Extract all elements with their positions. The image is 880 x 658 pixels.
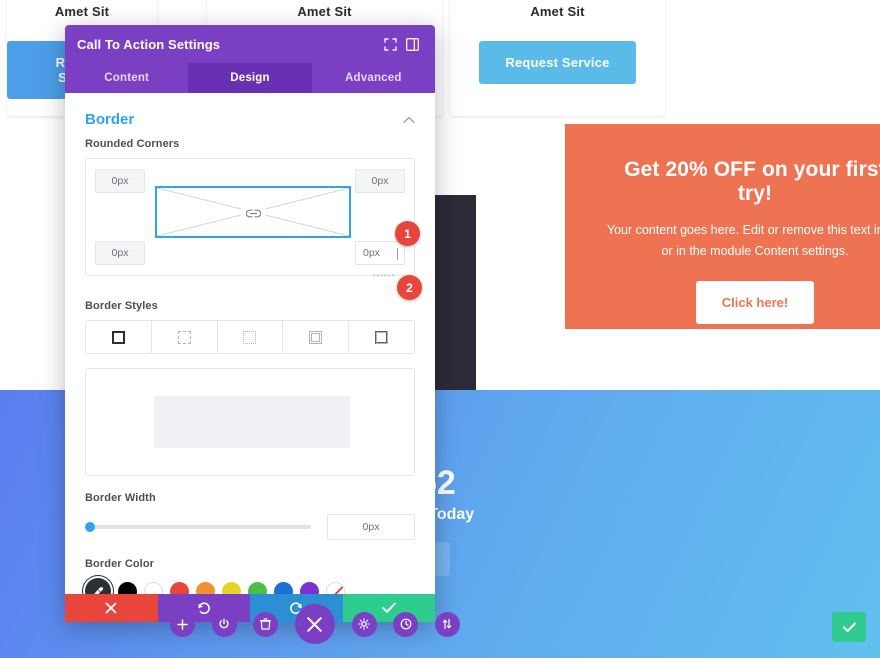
call-to-action-settings-modal: Call To Action Settings Content Design A… — [65, 25, 435, 622]
builder-floating-toolbar — [170, 602, 460, 646]
swatch-purple[interactable] — [300, 581, 319, 594]
close-builder-button[interactable] — [294, 604, 335, 644]
modal-title: Call To Action Settings — [77, 36, 221, 52]
swatch-red[interactable] — [170, 581, 189, 594]
groove-border-icon — [375, 330, 389, 344]
layout-panel-icon[interactable] — [401, 33, 423, 55]
request-service-button[interactable]: Request Service — [479, 41, 636, 84]
save-page-button[interactable] — [832, 612, 866, 642]
border-width-slider[interactable] — [85, 522, 311, 532]
cancel-button[interactable] — [65, 594, 158, 622]
border-style-dashed[interactable] — [152, 321, 218, 353]
card-title: Amet Sit — [54, 4, 110, 19]
history-button[interactable] — [393, 611, 419, 637]
corner-bottom-left-input[interactable]: 0px — [95, 241, 145, 265]
rounded-corners-label: Rounded Corners — [85, 138, 180, 150]
power-icon — [218, 618, 230, 630]
gear-icon — [358, 618, 370, 630]
promo-body: Your content goes here. Edit or remove t… — [606, 223, 880, 258]
border-color-swatches — [65, 578, 435, 594]
dotted-border-icon — [243, 330, 257, 344]
annotation-marker-2: 2 — [397, 275, 422, 300]
promo-heading: Get 20% OFF on your first try! — [624, 158, 880, 205]
settings-button[interactable] — [351, 611, 377, 637]
rounded-corners-control: 0px 0px 0px 0px •••••• — [85, 158, 415, 280]
border-style-groove[interactable] — [349, 321, 414, 353]
border-style-solid[interactable] — [86, 321, 152, 353]
border-style-double[interactable] — [283, 321, 350, 353]
plus-icon — [177, 618, 188, 630]
corner-bottom-right-input[interactable]: 0px — [355, 241, 405, 265]
corner-top-right-input[interactable]: 0px — [355, 169, 405, 193]
wireframe-toggle-button[interactable] — [211, 611, 237, 637]
border-styles-label: Border Styles — [85, 300, 158, 312]
no-color-icon[interactable] — [326, 581, 345, 594]
swatch-green[interactable] — [248, 581, 267, 594]
resize-handle[interactable]: •••••• — [366, 271, 402, 280]
modal-header[interactable]: Call To Action Settings — [65, 25, 435, 63]
corner-bottom-right-value: 0px — [363, 247, 380, 259]
border-preview — [85, 368, 415, 476]
border-width-label: Border Width — [85, 492, 156, 504]
section-title: Border — [85, 111, 135, 128]
swatch-white[interactable] — [144, 581, 163, 594]
trash-icon — [260, 618, 272, 630]
add-section-button[interactable] — [170, 611, 195, 637]
swatch-orange[interactable] — [196, 581, 215, 594]
tab-design[interactable]: Design — [188, 63, 312, 93]
promo-panel: Get 20% OFF on your first try! Your cont… — [565, 124, 880, 329]
tab-content[interactable]: Content — [65, 63, 188, 93]
modal-tabs: Content Design Advanced — [65, 63, 435, 93]
card-title: Amet Sit — [297, 4, 352, 19]
swatch-black[interactable] — [118, 581, 137, 594]
border-color-label: Border Color — [85, 558, 155, 570]
portability-button[interactable] — [434, 611, 460, 637]
updown-arrows-icon — [441, 618, 453, 630]
clock-icon — [400, 618, 412, 630]
x-icon — [105, 602, 117, 614]
border-preview-inner — [154, 396, 350, 448]
border-styles-options — [85, 320, 415, 354]
tab-advanced[interactable]: Advanced — [312, 63, 435, 93]
service-card-3: Amet Sit Request Service — [450, 0, 665, 116]
eyedropper-icon[interactable] — [85, 578, 111, 594]
expand-icon[interactable] — [379, 33, 401, 55]
swatch-blue[interactable] — [274, 581, 293, 594]
card-title: Amet Sit — [530, 4, 585, 19]
slider-knob[interactable] — [85, 522, 95, 532]
border-width-input[interactable]: 0px — [327, 514, 415, 540]
annotation-marker-1: 1 — [395, 221, 420, 246]
check-icon — [842, 621, 856, 633]
double-border-icon — [309, 330, 323, 344]
link-icon[interactable] — [241, 204, 265, 222]
chevron-up-icon[interactable] — [403, 116, 415, 124]
border-width-control: 0px — [65, 514, 435, 540]
trash-button[interactable] — [253, 611, 279, 637]
border-section-header[interactable]: Border — [65, 93, 435, 138]
x-icon — [306, 616, 323, 633]
border-style-dotted[interactable] — [218, 321, 284, 353]
swatch-yellow[interactable] — [222, 581, 241, 594]
modal-body: Border Rounded Corners 0px 0px 0px 0px •… — [65, 93, 435, 594]
dashed-border-icon — [177, 330, 191, 344]
corner-top-left-input[interactable]: 0px — [95, 169, 145, 193]
promo-cta-button[interactable]: Click here! — [695, 281, 815, 325]
text-caret — [397, 248, 398, 260]
solid-border-icon — [111, 330, 125, 344]
